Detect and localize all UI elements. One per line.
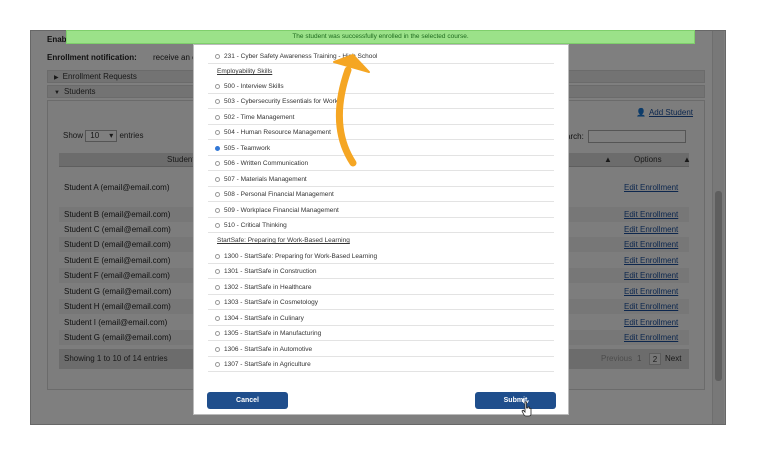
course-option[interactable]: 1304 - StartSafe in Culinary (208, 311, 554, 326)
enroll-course-modal: 231 - Cyber Safety Awareness Training - … (193, 44, 569, 415)
radio-button[interactable] (215, 84, 220, 89)
course-option[interactable]: 508 - Personal Financial Management (208, 187, 554, 202)
radio-button[interactable] (215, 269, 220, 274)
radio-button[interactable] (215, 115, 220, 120)
course-option[interactable]: 1306 - StartSafe in Automotive (208, 342, 554, 357)
course-option[interactable]: 1303 - StartSafe in Cosmetology (208, 295, 554, 310)
radio-button[interactable] (215, 362, 220, 367)
radio-button[interactable] (215, 316, 220, 321)
radio-button[interactable] (215, 192, 220, 197)
course-option[interactable]: 504 - Human Resource Management (208, 125, 554, 140)
success-alert: The student was successfully enrolled in… (66, 30, 695, 44)
radio-button[interactable] (215, 254, 220, 259)
hand-pointer-icon (521, 401, 532, 417)
course-option[interactable]: 1307 - StartSafe in Agriculture (208, 357, 554, 372)
course-option[interactable]: 231 - Cyber Safety Awareness Training - … (208, 49, 554, 64)
submit-button[interactable]: Submit (475, 392, 556, 409)
course-option-selected[interactable]: 505 - Teamwork (208, 141, 554, 156)
radio-button-selected[interactable] (215, 146, 220, 151)
course-option[interactable]: 503 - Cybersecurity Essentials for Work (208, 94, 554, 109)
course-option[interactable]: 507 - Materials Management (208, 172, 554, 187)
radio-button[interactable] (215, 161, 220, 166)
radio-button[interactable] (215, 300, 220, 305)
course-option[interactable]: 502 - Time Management (208, 110, 554, 125)
cancel-button[interactable]: Cancel (207, 392, 288, 409)
radio-button[interactable] (215, 331, 220, 336)
course-option-list: 231 - Cyber Safety Awareness Training - … (208, 45, 554, 373)
course-option[interactable]: 1305 - StartSafe in Manufacturing (208, 326, 554, 341)
radio-button[interactable] (215, 347, 220, 352)
screen: Enab Enrollment notification: receive an… (0, 0, 760, 455)
course-option[interactable]: 1302 - StartSafe in Healthcare (208, 280, 554, 295)
course-option[interactable]: 500 - Interview Skills (208, 79, 554, 94)
radio-button[interactable] (215, 130, 220, 135)
course-option[interactable]: 506 - Written Communication (208, 156, 554, 171)
radio-button[interactable] (215, 54, 220, 59)
radio-button[interactable] (215, 99, 220, 104)
radio-button[interactable] (215, 223, 220, 228)
course-category-heading: Employability Skills (217, 68, 273, 75)
course-option[interactable]: 510 - Critical Thinking (208, 218, 554, 233)
course-option[interactable]: 1300 - StartSafe: Preparing for Work-Bas… (208, 249, 554, 264)
radio-button[interactable] (215, 285, 220, 290)
course-option[interactable]: 1301 - StartSafe in Construction (208, 264, 554, 279)
radio-button[interactable] (215, 177, 220, 182)
radio-button[interactable] (215, 208, 220, 213)
course-category-heading: StartSafe: Preparing for Work-Based Lear… (217, 237, 350, 244)
course-option[interactable]: 509 - Workplace Financial Management (208, 203, 554, 218)
